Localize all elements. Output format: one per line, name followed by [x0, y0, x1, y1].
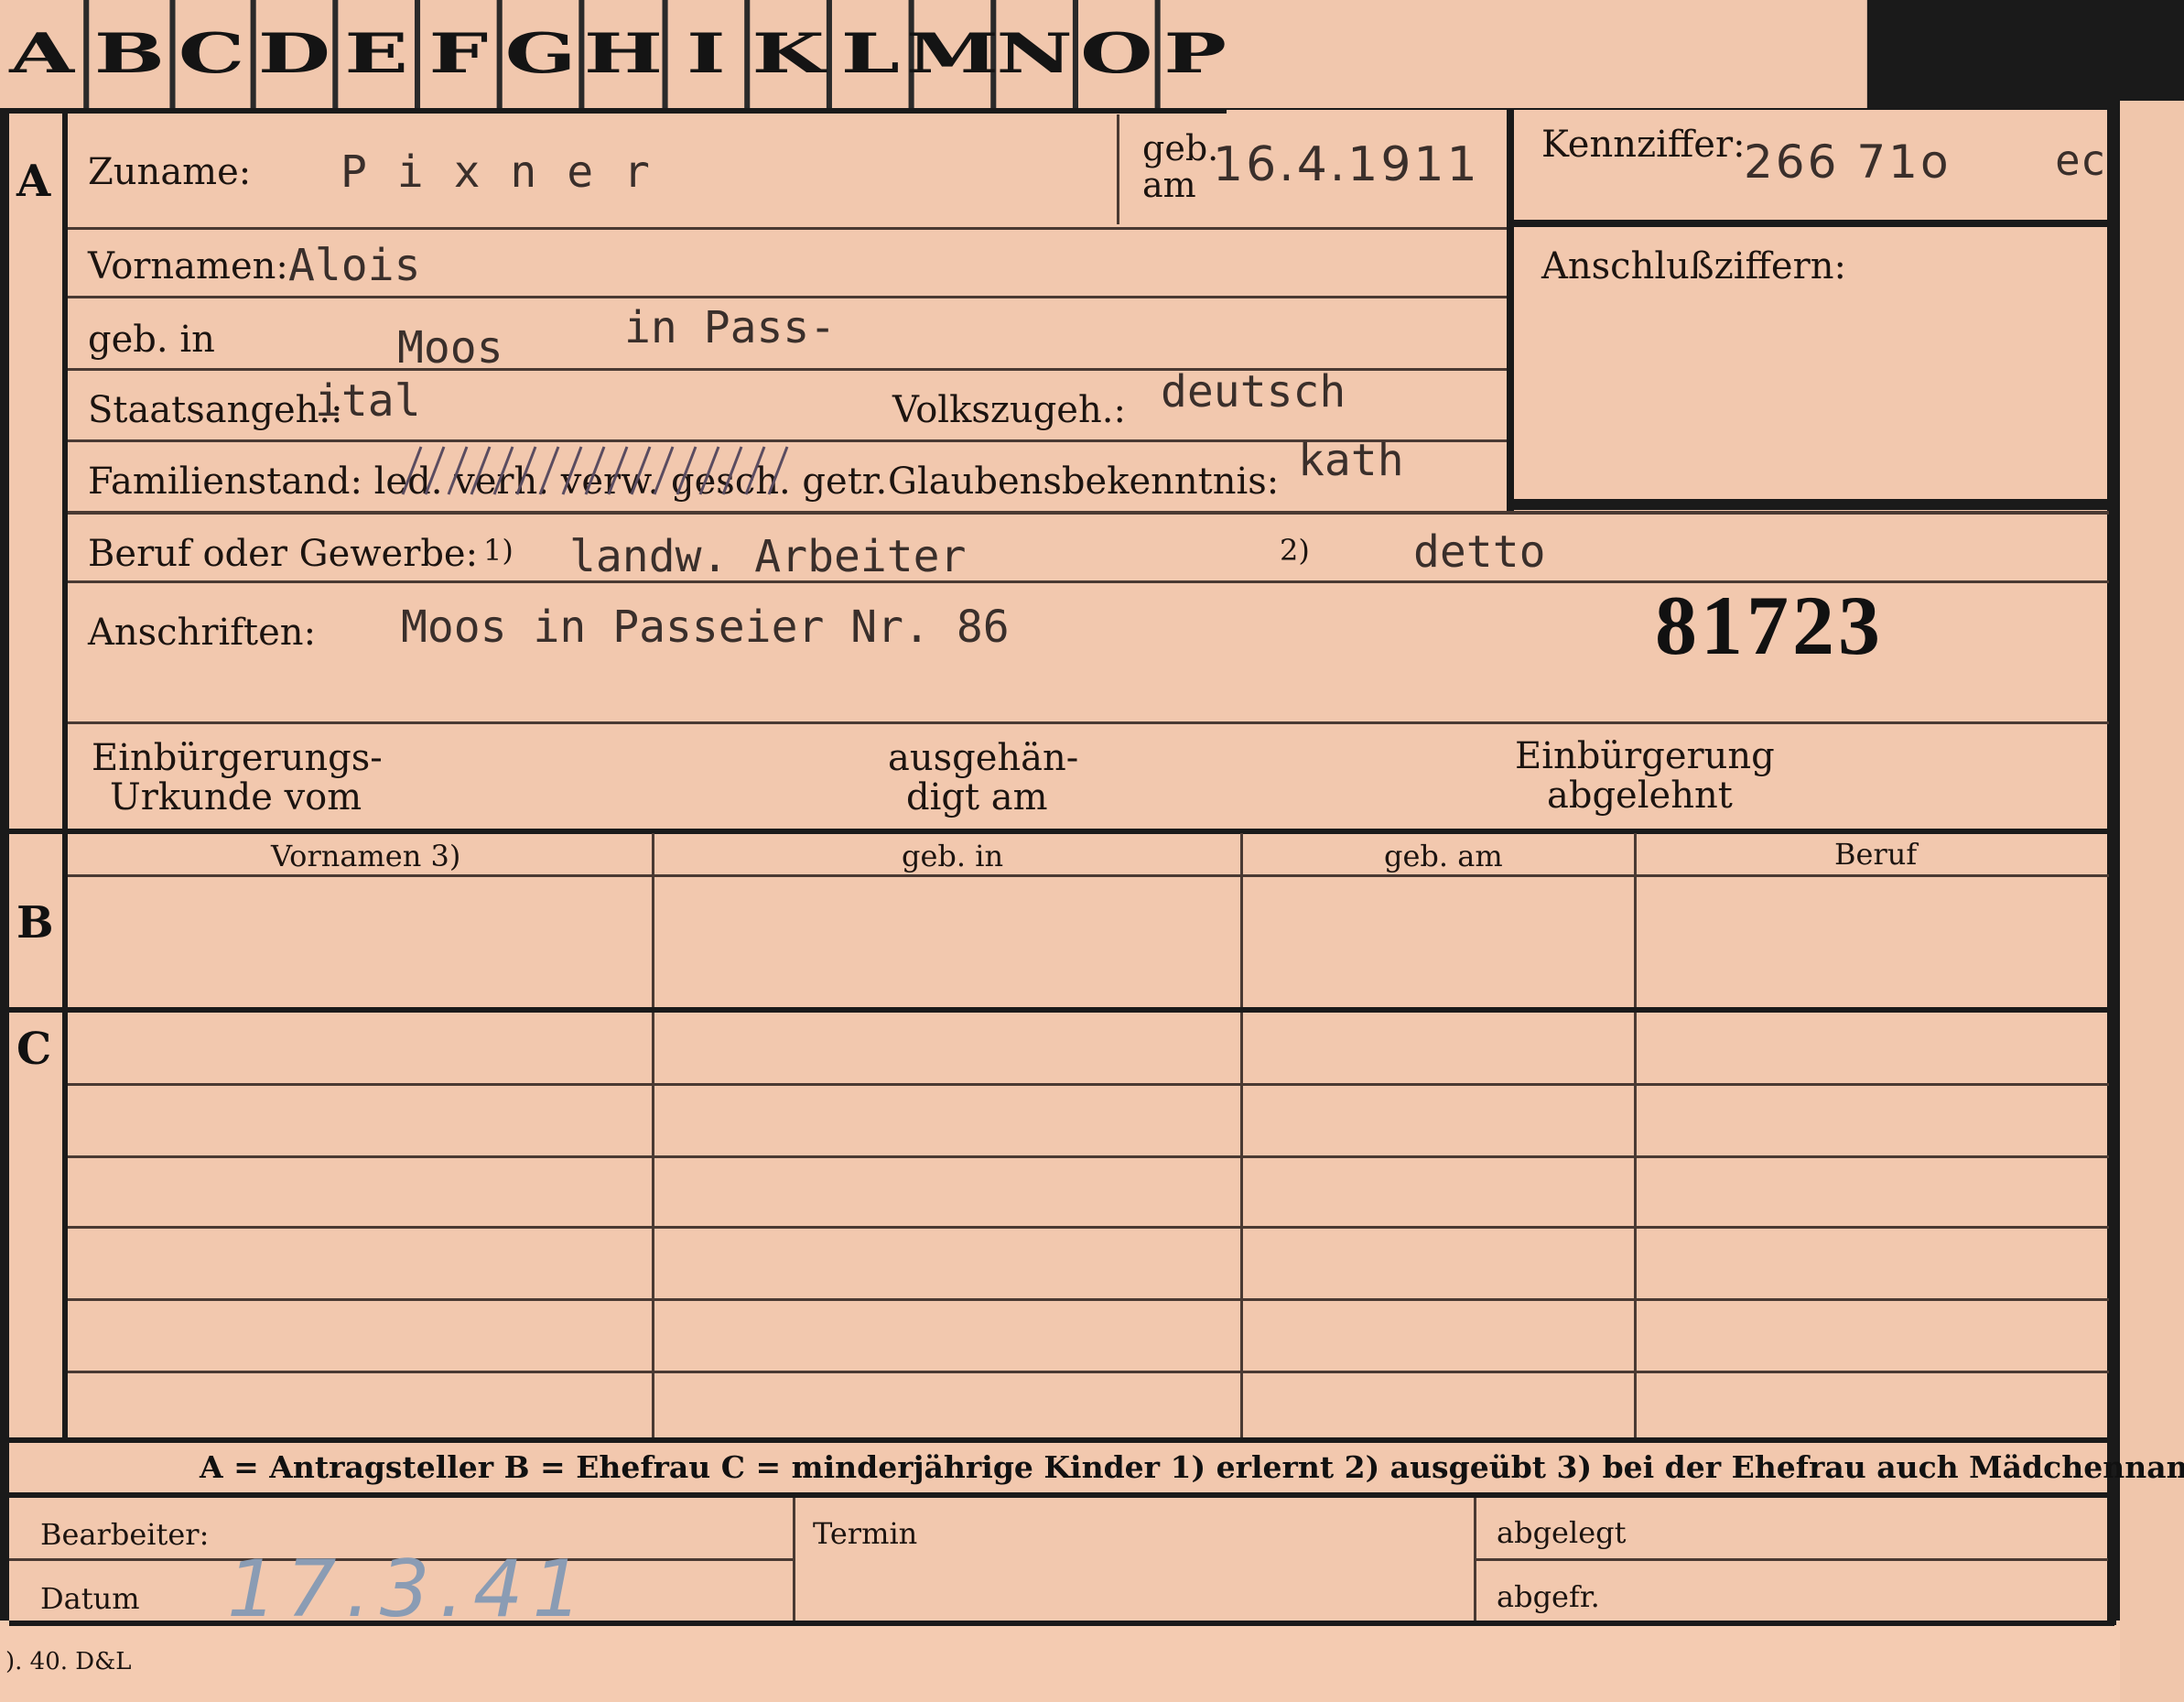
tab-g[interactable]: G [503, 0, 585, 108]
beruf-erlernt-value: landw. Arbeiter [569, 531, 967, 582]
tab-k[interactable]: K [750, 0, 832, 108]
section-a-marker: A [16, 156, 51, 207]
section-c-marker: C [16, 1024, 52, 1075]
anschlussziffern-label: Anschlußziffern: [1541, 245, 1846, 287]
tab-l[interactable]: L [832, 0, 914, 108]
legend-bottom [9, 1492, 2114, 1498]
row-line-5 [68, 511, 2109, 515]
volkszugeh-label: Volkszugeh.: [892, 389, 1126, 431]
geb-am-label-1: geb. [1142, 128, 1219, 168]
volkszugeh-value: deutsch [1161, 366, 1346, 417]
ausgehaendigt-label-1: ausgehän- [888, 737, 1079, 779]
beruf-note-2: 2) [1280, 533, 1310, 568]
geb-in-value-2: in Pass- [624, 302, 837, 353]
table-c-row-1 [68, 1083, 2109, 1086]
footer-col-1 [793, 1498, 795, 1621]
geb-am-value: 16.4.1911 [1213, 137, 1480, 192]
abgefr-label: abgefr. [1497, 1579, 1600, 1614]
zuname-label: Zuname: [88, 151, 252, 193]
beruf-label: Beruf oder Gewerbe: [88, 533, 479, 575]
einbuergerung-abgelehnt-label-1: Einbürgerung [1515, 735, 1775, 777]
termin-label: Termin [813, 1516, 918, 1551]
table-c-row-5 [68, 1371, 2109, 1373]
vornamen-label: Vornamen: [88, 245, 288, 287]
einbuergerung-abgelehnt-label-2: abgelehnt [1547, 775, 1733, 817]
section-bc-divider [62, 833, 68, 1437]
table-b-header-geb-in: geb. in [902, 839, 1004, 873]
table-c-row-2 [68, 1155, 2109, 1158]
tab-c[interactable]: C [172, 0, 256, 108]
card-right-border [2107, 101, 2116, 1625]
kennziffer-box-bottom [1514, 220, 2109, 227]
tab-a[interactable]: A [0, 0, 90, 108]
table-b-header-beruf: Beruf [1834, 837, 1918, 872]
familienstand-strikethrough-marks [401, 446, 789, 495]
footer-right-row [1476, 1558, 2108, 1561]
tab-d[interactable]: D [256, 0, 339, 108]
tab-e[interactable]: E [338, 0, 421, 108]
section-c-bottom [9, 1437, 2114, 1443]
table-c-row-4 [68, 1298, 2109, 1301]
anschluss-box-bottom [1514, 499, 2109, 510]
tabs-bottom-border [9, 108, 1227, 114]
row-line-7 [68, 721, 2109, 724]
beruf-ausgeuebt-value: detto [1413, 526, 1546, 578]
stamp-number: 81723 [1655, 579, 1884, 672]
tab-i[interactable]: I [668, 0, 751, 108]
geb-in-label: geb. in [88, 319, 215, 361]
tab-n[interactable]: N [996, 0, 1078, 108]
section-a-divider [62, 110, 68, 833]
kennziffer-value: 266 71o [1744, 136, 1952, 189]
kennziffer-box-left [1507, 110, 1514, 513]
abgelegt-label: abgelegt [1497, 1515, 1627, 1550]
tab-b[interactable]: B [89, 0, 176, 108]
kennziffer-label: Kennziffer: [1541, 124, 1746, 166]
geb-in-value-1: Moos [397, 322, 503, 374]
anschriften-label: Anschriften: [88, 612, 317, 654]
alphabet-tab-row: A B C D E F G H I K L M N O P [0, 0, 1867, 108]
tab-p[interactable]: P [1161, 0, 1230, 108]
tab-o[interactable]: O [1078, 0, 1161, 108]
glaubensbekenntnis-value: kath [1298, 435, 1404, 486]
ausgehaendigt-label-2: digt am [906, 776, 1048, 818]
table-b-header-line [68, 874, 2109, 877]
table-c-row-3 [68, 1226, 2109, 1229]
printer-mark: ). 40. D&L [5, 1648, 132, 1675]
table-b-col-1 [652, 833, 654, 1007]
beruf-note-1: 1) [483, 533, 514, 568]
tab-f[interactable]: F [420, 0, 503, 108]
table-b-header-geb-am: geb. am [1384, 839, 1503, 873]
row-line-2 [68, 296, 1509, 298]
section-b-bottom [9, 1007, 2114, 1013]
staatsangeh-value: ital [315, 375, 421, 427]
einbuergerung-urkunde-label-1: Einbürgerungs- [92, 737, 383, 779]
kennziffer-suffix: ec [2055, 136, 2106, 185]
geb-am-label-2: am [1142, 165, 1196, 205]
table-b-col-2 [1240, 833, 1243, 1007]
section-a-bottom [9, 829, 2114, 834]
legend-text: A = Antragsteller B = Ehefrau C = minder… [200, 1449, 2184, 1485]
tab-m[interactable]: M [906, 0, 999, 108]
table-b-header-vornamen: Vornamen 3) [271, 839, 461, 873]
geb-am-divider [1117, 114, 1119, 224]
staatsangeh-label: Staatsangeh.: [88, 389, 343, 431]
datum-value: 17.3.41 [227, 1544, 592, 1635]
einbuergerung-urkunde-label-2: Urkunde vom [110, 776, 362, 818]
vornamen-value: Alois [288, 240, 421, 291]
table-b-col-3 [1634, 833, 1637, 1007]
tab-h[interactable]: H [584, 0, 668, 108]
row-line-1 [68, 227, 1509, 230]
glaubensbekenntnis-label: Glaubensbekenntnis: [888, 461, 1280, 503]
anschrift-value: Moos in Passeier Nr. 86 [401, 602, 1010, 653]
datum-label: Datum [40, 1581, 140, 1616]
zuname-value: P i x n e r [341, 146, 652, 198]
section-b-marker: B [16, 897, 54, 949]
bearbeiter-label: Bearbeiter: [40, 1517, 210, 1552]
